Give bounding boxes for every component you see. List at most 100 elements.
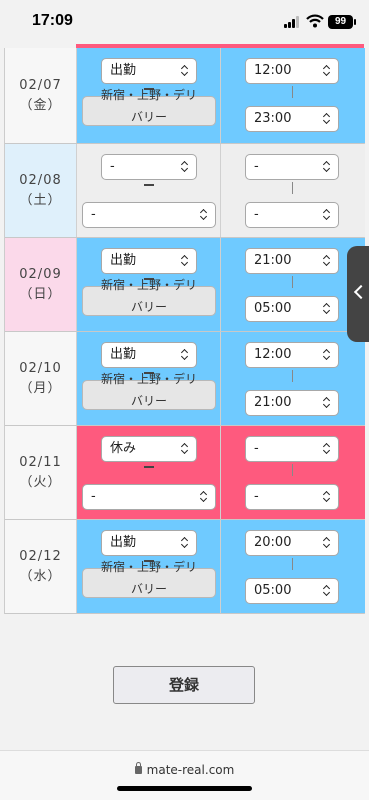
schedule-row: 02/09 （日） 出勤 新宿・上野・デリ バリー 21:00 05:00 [5,238,365,332]
status-select[interactable]: 出勤 [101,58,197,84]
area-button[interactable]: 新宿・上野・デリ バリー [82,560,216,598]
start-time-select[interactable]: 12:00 [245,58,339,84]
battery-icon: 99 [328,15,356,29]
updown-chevron-icon [323,65,332,77]
time-cell: 20:00 05:00 [221,520,365,613]
weekday-label: （水） [19,568,62,584]
register-button[interactable]: 登録 [113,666,255,704]
date-cell: 02/08 （土） [5,144,77,237]
date-label: 02/12 [19,548,62,564]
date-label: 02/09 [19,266,62,282]
range-separator [292,558,293,570]
start-time-select[interactable]: 12:00 [245,342,339,368]
updown-chevron-icon [323,303,332,315]
date-label: 02/11 [19,454,62,470]
date-label: 02/07 [19,77,62,93]
side-panel-toggle[interactable] [347,246,369,342]
status-area-cell: - - [77,144,221,237]
status-value: 出勤 [110,347,137,362]
updown-chevron-icon [181,255,190,267]
status-area-cell: 出勤 新宿・上野・デリ バリー [77,238,221,331]
area-button[interactable]: 新宿・上野・デリ バリー [82,372,216,410]
weekday-label: （金） [19,97,62,113]
range-separator [292,370,293,382]
status-value: 出勤 [110,253,137,268]
status-value: 出勤 [110,63,137,78]
status-time: 17:09 [32,12,73,29]
browser-address-bar[interactable]: mate-real.com [0,750,369,800]
weekday-label: （火） [19,474,62,490]
area-select[interactable]: - [82,202,216,228]
updown-chevron-icon [181,349,190,361]
time-cell: 21:00 05:00 [221,238,365,331]
updown-chevron-icon [323,161,332,173]
start-time-value: 12:00 [254,63,292,78]
range-dash [144,184,154,186]
updown-chevron-icon [323,209,332,221]
end-time-select[interactable]: 05:00 [245,296,339,322]
schedule-row: 02/12 （水） 出勤 新宿・上野・デリ バリー 20:00 05:00 [5,520,365,614]
date-cell: 02/11 （火） [5,426,77,519]
area-button[interactable]: 新宿・上野・デリ バリー [82,88,216,126]
ios-status-bar: 17:09 99 [0,0,369,44]
schedule-row: 02/08 （土） - - - - [5,144,365,238]
status-select[interactable]: 出勤 [101,342,197,368]
time-cell: - - [221,144,365,237]
area-value: - [91,207,96,222]
schedule-row: 02/11 （火） 休み - - - [5,426,365,520]
updown-chevron-icon [181,537,190,549]
start-time-value: 20:00 [254,535,292,550]
status-select[interactable]: - [101,154,197,180]
end-time-value: 21:00 [254,395,292,410]
area-label-line2: バリー [130,582,167,596]
end-time-select[interactable]: 05:00 [245,578,339,604]
end-time-value: 05:00 [254,583,292,598]
end-time-select[interactable]: - [245,202,339,228]
area-value: - [91,489,96,504]
time-cell: - - [221,426,365,519]
end-time-value: 05:00 [254,301,292,316]
updown-chevron-icon [181,443,190,455]
cellular-signal-icon [284,16,302,28]
schedule-row: 02/07 （金） 出勤 新宿・上野・デリ バリー 12:00 23:00 [5,48,365,144]
updown-chevron-icon [200,491,209,503]
status-select[interactable]: 休み [101,436,197,462]
range-separator [292,86,293,98]
start-time-select[interactable]: - [245,154,339,180]
date-cell: 02/07 （金） [5,48,77,143]
end-time-select[interactable]: 23:00 [245,106,339,132]
time-cell: 12:00 23:00 [221,48,365,143]
lock-icon [134,762,142,774]
start-time-select[interactable]: 21:00 [245,248,339,274]
end-time-value: - [254,207,259,222]
area-select[interactable]: - [82,484,216,510]
updown-chevron-icon [323,537,332,549]
date-cell: 02/09 （日） [5,238,77,331]
status-area-cell: 出勤 新宿・上野・デリ バリー [77,48,221,143]
range-dash [144,466,154,468]
weekday-label: （土） [19,192,62,208]
updown-chevron-icon [323,491,332,503]
area-label-line2: バリー [130,300,167,314]
end-time-select[interactable]: 21:00 [245,390,339,416]
url-text: mate-real.com [0,762,369,777]
start-time-select[interactable]: 20:00 [245,530,339,556]
area-label-line1: 新宿・上野・デリ [100,278,197,292]
end-time-select[interactable]: - [245,484,339,510]
range-separator [292,464,293,476]
date-label: 02/10 [19,360,62,376]
weekday-label: （日） [19,286,62,302]
updown-chevron-icon [200,209,209,221]
updown-chevron-icon [323,255,332,267]
status-value: - [110,159,115,174]
start-time-select[interactable]: - [245,436,339,462]
start-time-value: - [254,159,259,174]
date-cell: 02/10 （月） [5,332,77,425]
chevron-left-icon [354,284,364,300]
status-select[interactable]: 出勤 [101,530,197,556]
end-time-value: - [254,489,259,504]
area-label-line2: バリー [130,394,167,408]
schedule-table: 02/07 （金） 出勤 新宿・上野・デリ バリー 12:00 23:00 02… [4,48,365,614]
status-select[interactable]: 出勤 [101,248,197,274]
area-button[interactable]: 新宿・上野・デリ バリー [82,278,216,316]
